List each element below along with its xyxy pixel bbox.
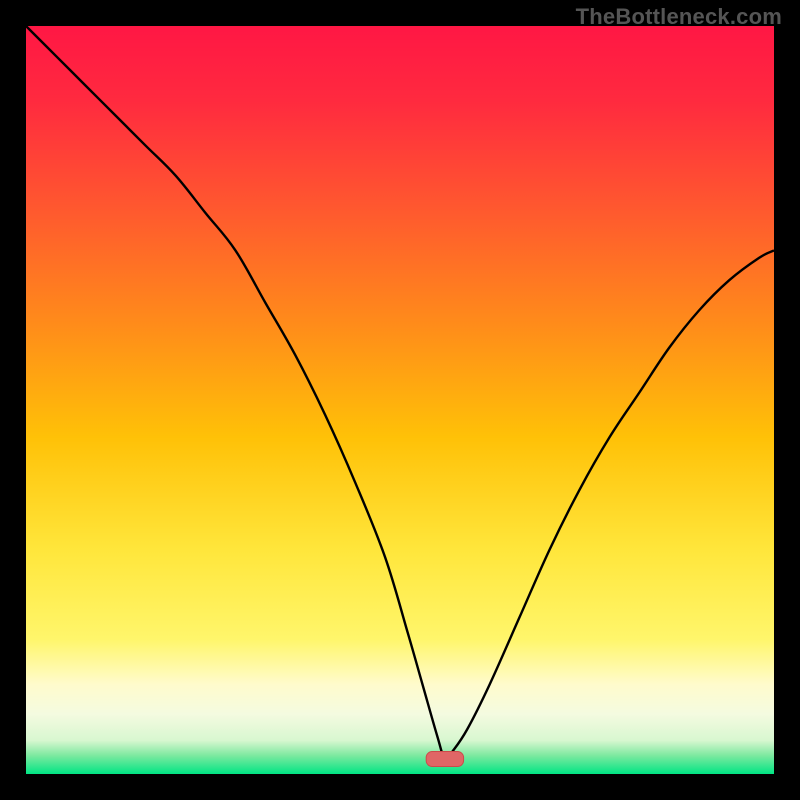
chart-frame: TheBottleneck.com xyxy=(0,0,800,800)
optimal-marker xyxy=(426,752,463,767)
watermark-text: TheBottleneck.com xyxy=(576,4,782,30)
bottleneck-chart xyxy=(26,26,774,774)
plot-area xyxy=(26,26,774,774)
